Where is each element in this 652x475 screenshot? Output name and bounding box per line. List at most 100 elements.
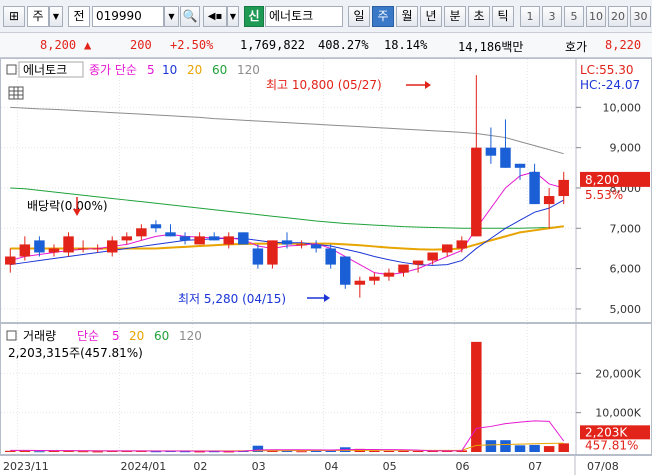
time-axis-label: 2023/11: [3, 460, 49, 473]
volume-ma-legend-20: 20: [129, 329, 144, 343]
candle-body[interactable]: [77, 248, 89, 250]
volume-bar[interactable]: [412, 451, 424, 453]
candle-body[interactable]: [383, 272, 395, 277]
candle-body[interactable]: [208, 236, 220, 241]
volume-bar[interactable]: [77, 451, 89, 453]
volume-bar[interactable]: [398, 450, 409, 452]
candle-body[interactable]: [267, 240, 278, 265]
candle-body[interactable]: [106, 240, 118, 253]
candle-body[interactable]: [441, 244, 453, 253]
ma120-line: [10, 106, 564, 155]
candle-body[interactable]: [238, 232, 249, 245]
market-select[interactable]: 주: [27, 6, 49, 27]
candle-body[interactable]: [194, 236, 205, 245]
volume-bar[interactable]: [558, 443, 569, 452]
candle-body[interactable]: [136, 228, 147, 237]
time-axis-label: 04: [324, 460, 338, 473]
candle-body[interactable]: [500, 147, 511, 168]
ma-legend-120: 120: [237, 63, 260, 77]
volume-legend-label: 단순: [77, 329, 99, 343]
candle-body[interactable]: [485, 147, 497, 156]
code-dropdown-icon[interactable]: ▼: [164, 6, 179, 27]
last-price-value: 8,200: [585, 173, 619, 187]
volume-bar[interactable]: [92, 451, 103, 453]
minute-10[interactable]: 10: [586, 6, 606, 27]
period-minute[interactable]: 분: [444, 6, 466, 27]
stock-code-input[interactable]: 019990: [92, 6, 164, 27]
turnover-rate: 18.14%: [384, 38, 428, 52]
trade-amount: 14,186백만: [458, 40, 524, 54]
candle-body[interactable]: [340, 256, 351, 285]
candle-body[interactable]: [19, 244, 31, 257]
candle-body[interactable]: [34, 240, 45, 253]
search-icon[interactable]: 🔍: [180, 6, 200, 27]
minute-5[interactable]: 5: [564, 6, 584, 27]
candle-body[interactable]: [543, 196, 555, 205]
candle-body[interactable]: [427, 252, 438, 261]
layout-icon[interactable]: ⊞: [3, 6, 25, 27]
volume-ma-legend-5: 5: [112, 329, 120, 343]
volume-chart-svg: 20,000K 10,000K 거래량 단순 5 20 60 120 2,203,…: [1, 324, 650, 454]
candle-body[interactable]: [296, 244, 307, 246]
minute-3[interactable]: 3: [542, 6, 562, 27]
candle-body[interactable]: [179, 236, 191, 241]
candle-body[interactable]: [310, 244, 322, 249]
volume-bar[interactable]: [296, 451, 307, 453]
candle-body[interactable]: [514, 163, 526, 168]
volume-ma-legend-120: 120: [179, 329, 202, 343]
lc-label: LC:55.30: [580, 63, 633, 77]
volume-bar[interactable]: [543, 446, 555, 452]
collapse-icon[interactable]: [6, 64, 17, 75]
time-axis-svg: 2023/11 2024/01 02 03 04 05 06 07 07/08: [3, 456, 619, 475]
volume-bar[interactable]: [369, 450, 380, 452]
volume-bar[interactable]: [500, 440, 511, 452]
sound-dropdown-icon[interactable]: ▼: [227, 6, 239, 27]
candle-body[interactable]: [471, 147, 482, 237]
volume-bar[interactable]: [383, 451, 395, 453]
volume-bar[interactable]: [514, 445, 526, 452]
period-second[interactable]: 초: [468, 6, 490, 27]
price-chart-panel[interactable]: 10,000 9,000 8,000 7,000 6,000 5,000 에너토크 종가 …: [0, 58, 652, 323]
candle-body[interactable]: [150, 224, 162, 229]
volume-bar[interactable]: [471, 341, 482, 452]
candle-body[interactable]: [48, 248, 60, 253]
volume-bar[interactable]: [485, 440, 497, 452]
candle-body[interactable]: [529, 171, 540, 205]
minute-1[interactable]: 1: [520, 6, 540, 27]
volume-collapse-icon[interactable]: [6, 330, 17, 341]
candle-body[interactable]: [456, 240, 468, 249]
ma-legend-20: 20: [187, 63, 202, 77]
candle-body[interactable]: [369, 276, 380, 281]
stock-name-field: 에너토크: [265, 6, 343, 27]
volume-bar[interactable]: [310, 451, 322, 453]
sound-icon[interactable]: ◀▪: [203, 6, 227, 27]
period-week[interactable]: 주: [372, 6, 394, 27]
volume-bar[interactable]: [34, 451, 45, 453]
candle-body[interactable]: [121, 236, 133, 241]
grid-icon[interactable]: [8, 86, 24, 100]
candle-body[interactable]: [281, 240, 293, 245]
candle-body[interactable]: [398, 264, 409, 273]
candle-body[interactable]: [223, 236, 234, 245]
candle-body[interactable]: [63, 236, 74, 253]
price-tick-label: 5,000: [610, 303, 642, 316]
period-month[interactable]: 월: [396, 6, 418, 27]
period-tick[interactable]: 틱: [492, 6, 514, 27]
candle-body[interactable]: [5, 256, 16, 265]
volume-chart-panel[interactable]: 20,000K 10,000K 거래량 단순 5 20 60 120 2,203,…: [0, 323, 652, 455]
candle-body[interactable]: [558, 179, 569, 197]
period-day[interactable]: 일: [348, 6, 370, 27]
candle-body[interactable]: [165, 232, 176, 237]
minute-20[interactable]: 20: [608, 6, 628, 27]
period-year[interactable]: 년: [420, 6, 442, 27]
candle-body[interactable]: [252, 248, 264, 265]
market-dropdown-icon[interactable]: ▼: [49, 6, 63, 27]
price-type-select[interactable]: 전: [68, 6, 90, 27]
candle-body[interactable]: [354, 280, 366, 285]
candle-body[interactable]: [325, 248, 336, 265]
volume-bar[interactable]: [529, 444, 540, 452]
minute-30[interactable]: 30: [630, 6, 651, 27]
candle-body[interactable]: [412, 260, 424, 265]
price-tick-label: 10,000: [603, 101, 642, 114]
candle-body[interactable]: [92, 248, 103, 250]
